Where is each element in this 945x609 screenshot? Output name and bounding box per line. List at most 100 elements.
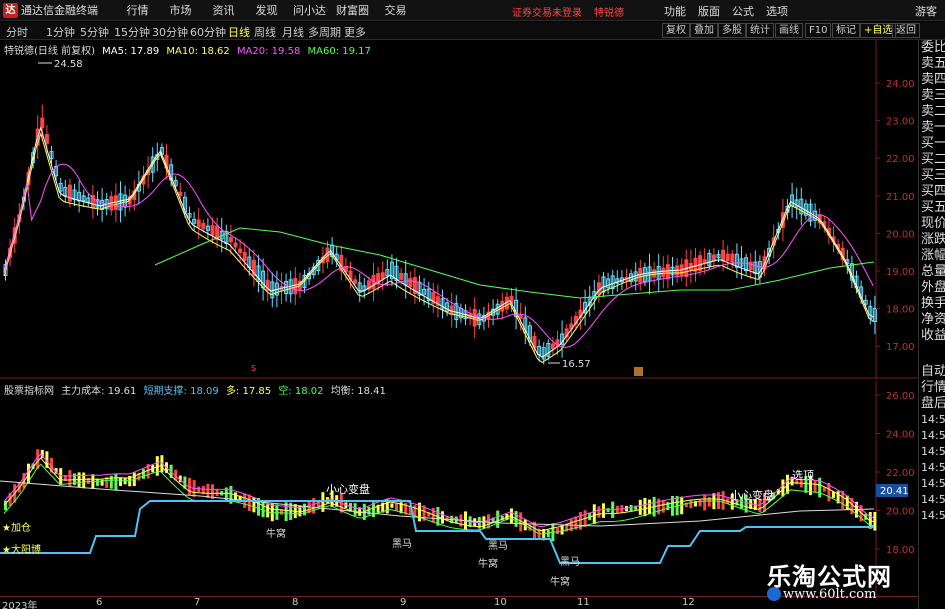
candle-body <box>725 253 730 262</box>
price-axis-label: 19.00 <box>886 267 915 278</box>
menu-item-functions[interactable]: 功能 <box>664 3 686 19</box>
candle-body <box>638 267 643 283</box>
watermark-url: www.60lt.com <box>783 587 877 602</box>
quote-field-label: 涨幅 <box>921 248 945 263</box>
guest-account[interactable]: 游客 <box>915 3 937 19</box>
indicator-bar <box>689 500 693 509</box>
quote-field-label: 换手 <box>921 296 945 311</box>
login-status-warning[interactable]: 证券交易未登录 <box>512 4 582 19</box>
box-marker[interactable] <box>634 367 643 376</box>
time-label-jun: 6 <box>96 597 103 608</box>
menu-item-formula[interactable]: 公式 <box>732 3 754 19</box>
indicator-bar <box>367 506 371 515</box>
period-monthly[interactable]: 月线 <box>282 24 304 40</box>
quote-field-label: 卖三 <box>921 88 945 103</box>
price-axis-label: 22.00 <box>886 154 915 165</box>
indicator-bar <box>303 503 306 516</box>
menu-item-trade[interactable]: 交易 <box>379 2 412 18</box>
niu-wo-label-3: 牛窝 <box>550 575 570 588</box>
draw-line-button[interactable]: 画线 <box>775 23 803 38</box>
indicator-bar <box>813 480 817 493</box>
app-title: 通达信金融终端 <box>21 4 98 17</box>
price-axis-label: 18.00 <box>886 305 915 316</box>
back-button[interactable]: 返回 <box>892 23 920 38</box>
indicator-bar <box>142 469 145 479</box>
indicator-bar <box>68 470 72 488</box>
dragon-label: ★大阳博 <box>2 543 41 556</box>
indicator-bar <box>119 477 122 486</box>
add-watchlist-button[interactable]: +自选 <box>860 23 897 38</box>
candle-body <box>665 264 670 280</box>
indicator-bar <box>648 499 651 515</box>
indicator-bar <box>114 473 118 491</box>
indicator-bar <box>59 468 63 485</box>
indicator-axis-label: 24.00 <box>886 430 915 441</box>
overlay-button[interactable]: 叠加 <box>690 23 718 38</box>
ma10-label: MA10: 18.62 <box>166 46 230 57</box>
indicator-bar <box>643 498 647 517</box>
current-stock-name: 特锐德 <box>594 8 624 19</box>
indicator-name[interactable]: 股票指标网 <box>4 386 54 397</box>
time-label-aug: 8 <box>292 597 299 608</box>
globe-icon <box>767 587 781 601</box>
junheng-label: 均衡: 18.41 <box>330 386 386 397</box>
high-price-label: 24.58 <box>54 59 83 70</box>
quote-field-label: 委比 <box>921 40 945 55</box>
indicator-bar <box>698 499 702 507</box>
main-info-line: 特锐德(日线 前复权) MA5: 17.89 MA10: 18.62 MA20:… <box>4 42 375 57</box>
quote-sidebar: 委比 卖五 卖四 卖三 卖二 卖一 买一 买二 买三 买四 买五 现价 涨跌 涨幅 总量 外盘 换手 净资 收益 自动… <box>918 40 945 609</box>
indicator-bar <box>390 503 394 508</box>
trade-time-label: 14:5 <box>921 429 945 442</box>
adjust-button[interactable]: 复权 <box>662 23 690 38</box>
candle-body <box>67 184 72 202</box>
main-kline-chart[interactable]: 24.00 23.00 22.00 21.00 20.00 19.00 18.00 17.00… <box>0 40 945 379</box>
indicator-info-line: 股票指标网 主力成本: 19.61 短期支撑: 18.09 多: 17.85 空… <box>4 382 390 397</box>
quote-field-label: 收益 <box>921 328 945 343</box>
period-daily[interactable]: 日线 <box>228 24 250 40</box>
statistics-button[interactable]: 统计 <box>746 23 774 38</box>
candle-body <box>399 272 404 280</box>
period-60min[interactable]: 60分钟 <box>190 24 226 40</box>
period-timeline[interactable]: 分时 <box>6 24 28 40</box>
ma60-label: MA60: 19.17 <box>307 46 371 57</box>
candles-group <box>3 104 877 365</box>
f10-button[interactable]: F10 <box>805 23 832 38</box>
period-1min[interactable]: 1分钟 <box>46 24 75 40</box>
indicator-bar <box>353 503 357 516</box>
quote-field-label: 买二 <box>921 152 945 167</box>
price-axis: 24.00 23.00 22.00 21.00 20.00 19.00 18.00 17.00 <box>876 79 915 353</box>
menu-item-news[interactable]: 资讯 <box>207 2 240 18</box>
menu-item-wealth-circle[interactable]: 财富圈 <box>336 2 369 18</box>
ma10-line <box>3 131 874 363</box>
period-30min[interactable]: 30分钟 <box>152 24 188 40</box>
quote-field-label: 买五 <box>921 200 945 215</box>
ma5-label: MA5: 17.89 <box>102 46 160 57</box>
period-multi[interactable]: 多周期 <box>308 24 341 40</box>
menu-item-options[interactable]: 选项 <box>766 3 788 19</box>
multi-stock-button[interactable]: 多股 <box>718 23 746 38</box>
menu-item-market[interactable]: 市场 <box>164 2 197 18</box>
right-menu: 功能 版面 公式 选项 <box>664 3 800 19</box>
indicator-bar <box>606 508 610 513</box>
indicator-bar <box>661 500 665 513</box>
mark-button[interactable]: 标记 <box>832 23 860 38</box>
indicator-bar <box>298 505 302 517</box>
period-more[interactable]: 更多 <box>344 24 366 40</box>
kong-label: 空: 18.02 <box>278 386 324 397</box>
period-weekly[interactable]: 周线 <box>254 24 276 40</box>
menu-item-discover[interactable]: 发现 <box>250 2 283 18</box>
menu-item-assistant[interactable]: 问小达 <box>293 2 326 18</box>
indicator-axis-label: 18.00 <box>886 545 915 556</box>
menu-item-quotes[interactable]: 行情 <box>121 2 154 18</box>
period-5min[interactable]: 5分钟 <box>80 24 109 40</box>
kline-canvas[interactable]: 24.00 23.00 22.00 21.00 20.00 19.00 18.00 17.00… <box>0 40 918 379</box>
indicator-axis: 26.00 24.00 22.00 20.00 18.00 <box>876 391 915 556</box>
watermark: 乐淘公式网 www.60lt.com <box>759 557 939 607</box>
quote-field-label: 买四 <box>921 184 945 199</box>
price-axis-label: 21.00 <box>886 192 915 203</box>
indicator-axis-label: 20.00 <box>886 507 915 518</box>
period-15min[interactable]: 15分钟 <box>114 24 150 40</box>
quote-field-label: 盘后 <box>921 396 945 411</box>
candle-body <box>44 133 49 144</box>
menu-item-layout[interactable]: 版面 <box>698 3 720 19</box>
